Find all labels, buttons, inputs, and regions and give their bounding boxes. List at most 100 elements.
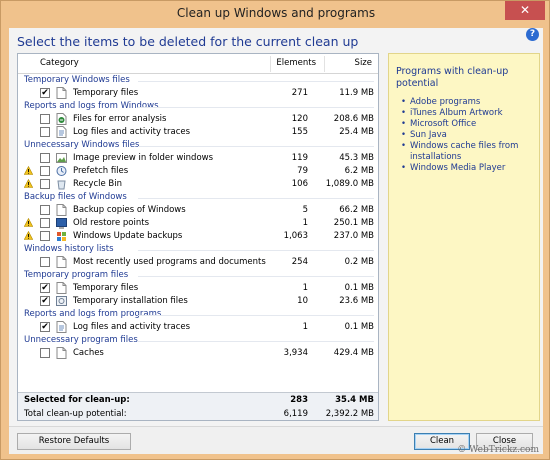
totals-panel: Selected for clean-up: 283 35.4 MB Total… <box>18 392 378 420</box>
windows-update-icon <box>56 230 67 242</box>
list-item[interactable]: Backup copies of Windows 5 66.2 MB <box>18 204 378 217</box>
item-checkbox[interactable] <box>40 205 50 215</box>
item-size: 0.1 MB <box>344 283 374 293</box>
item-name: Files for error analysis <box>73 114 167 124</box>
item-checkbox[interactable] <box>40 114 50 124</box>
item-checkbox[interactable] <box>40 231 50 241</box>
item-checkbox[interactable]: ✔ <box>40 88 50 98</box>
item-checkbox[interactable] <box>40 257 50 267</box>
selected-totals-row: Selected for clean-up: 283 35.4 MB <box>18 394 378 407</box>
warning-icon <box>24 179 33 188</box>
item-checkbox[interactable]: ✔ <box>40 296 50 306</box>
window-close-button[interactable]: ✕ <box>505 1 545 20</box>
item-checkbox[interactable] <box>40 218 50 228</box>
list-item[interactable]: Most recently used programs and document… <box>18 256 378 269</box>
group-header: Backup files of Windows <box>18 191 378 204</box>
list-item[interactable]: Log files and activity traces 155 25.4 MB <box>18 126 378 139</box>
list-body: Temporary Windows files ✔ Temporary files 2… <box>18 74 378 360</box>
item-name: Temporary files <box>73 88 139 98</box>
item-name: Windows Update backups <box>73 231 183 241</box>
total-elements: 6,119 <box>283 409 308 419</box>
restore-point-icon <box>56 217 67 229</box>
installer-icon <box>56 295 67 307</box>
selected-label: Selected for clean-up: <box>24 395 130 405</box>
dialog-client: Select the items to be deleted for the c… <box>9 28 543 454</box>
column-header-category[interactable]: Category <box>40 58 79 68</box>
list-item[interactable]: Files for error analysis 120 208.6 MB <box>18 113 378 126</box>
program-list-item: Sun Java <box>401 130 535 141</box>
column-header-size[interactable]: Size <box>355 58 372 68</box>
list-item[interactable]: ✔ Log files and activity traces 1 0.1 MB <box>18 321 378 334</box>
file-icon <box>56 347 67 359</box>
header-divider <box>324 56 325 72</box>
watermark: © WebTrickz.com <box>457 445 539 455</box>
list-item[interactable]: Old restore points 1 250.1 MB <box>18 217 378 230</box>
item-checkbox[interactable] <box>40 127 50 137</box>
group-header: Temporary program files <box>18 269 378 282</box>
programs-list: Adobe programsiTunes Album ArtworkMicros… <box>401 97 535 174</box>
list-item[interactable]: ✔ Temporary files 271 11.9 MB <box>18 87 378 100</box>
list-item[interactable]: ✔ Temporary files 1 0.1 MB <box>18 282 378 295</box>
item-name: Caches <box>73 348 104 358</box>
list-item[interactable]: Windows Update backups 1,063 237.0 MB <box>18 230 378 243</box>
header-divider <box>270 56 271 72</box>
item-name: Image preview in folder windows <box>73 153 214 163</box>
list-item[interactable]: ✔ Temporary installation files 10 23.6 MB <box>18 295 378 308</box>
item-name: Recycle Bin <box>73 179 123 189</box>
item-elements: 1 <box>302 283 308 293</box>
item-elements: 254 <box>291 257 308 267</box>
item-size: 66.2 MB <box>339 205 374 215</box>
item-size: 45.3 MB <box>339 153 374 163</box>
item-checkbox[interactable]: ✔ <box>40 283 50 293</box>
title-bar[interactable]: Clean up Windows and programs ✕ <box>1 1 550 28</box>
list-header: Category Elements Size <box>18 54 378 74</box>
item-elements: 120 <box>291 114 308 124</box>
group-header: Temporary Windows files <box>18 74 378 87</box>
item-checkbox[interactable] <box>40 179 50 189</box>
item-name: Backup copies of Windows <box>73 205 186 215</box>
file-icon <box>56 204 67 216</box>
help-icon[interactable]: ? <box>526 28 539 41</box>
item-name: Temporary installation files <box>73 296 188 306</box>
list-item[interactable]: Image preview in folder windows 119 45.3 M… <box>18 152 378 165</box>
cleanup-list[interactable]: Category Elements Size Temporary Windows… <box>17 53 379 421</box>
file-icon <box>56 282 67 294</box>
selected-elements: 283 <box>290 395 308 405</box>
log-file-icon <box>56 321 67 333</box>
group-header: Unnecessary Windows files <box>18 139 378 152</box>
program-list-item: Windows cache files from installations <box>401 141 535 163</box>
item-name: Most recently used programs and document… <box>73 257 266 267</box>
item-size: 250.1 MB <box>333 218 374 228</box>
restore-defaults-button[interactable]: Restore Defaults <box>17 433 131 450</box>
item-elements: 106 <box>291 179 308 189</box>
item-size: 25.4 MB <box>339 127 374 137</box>
image-preview-icon <box>56 152 67 164</box>
item-name: Log files and activity traces <box>73 127 191 137</box>
group-header: Reports and logs from programs <box>18 308 378 321</box>
item-checkbox[interactable] <box>40 153 50 163</box>
list-item[interactable]: Recycle Bin 106 1,089.0 MB <box>18 178 378 191</box>
program-list-item: iTunes Album Artwork <box>401 108 535 119</box>
program-list-item: Adobe programs <box>401 97 535 108</box>
item-name: Prefetch files <box>73 166 129 176</box>
item-checkbox[interactable] <box>40 166 50 176</box>
item-elements: 5 <box>302 205 308 215</box>
warning-icon <box>24 166 33 175</box>
item-size: 23.6 MB <box>339 296 374 306</box>
item-checkbox[interactable]: ✔ <box>40 322 50 332</box>
item-elements: 1 <box>302 218 308 228</box>
list-item[interactable]: Prefetch files 79 6.2 MB <box>18 165 378 178</box>
item-size: 0.1 MB <box>344 322 374 332</box>
item-name: Log files and activity traces <box>73 322 191 332</box>
warning-icon <box>24 218 33 227</box>
error-report-icon <box>56 113 67 125</box>
item-size: 1,089.0 MB <box>325 179 374 189</box>
list-item[interactable]: Caches 3,934 429.4 MB <box>18 347 378 360</box>
programs-info-panel: Programs with clean-up potential Adobe p… <box>388 53 540 421</box>
side-panel-title: Programs with clean-up potential <box>396 66 509 89</box>
item-checkbox[interactable] <box>40 348 50 358</box>
item-elements: 3,934 <box>283 348 308 358</box>
column-header-elements[interactable]: Elements <box>276 58 316 68</box>
item-size: 11.9 MB <box>339 88 374 98</box>
page-heading: Select the items to be deleted for the c… <box>17 34 359 49</box>
